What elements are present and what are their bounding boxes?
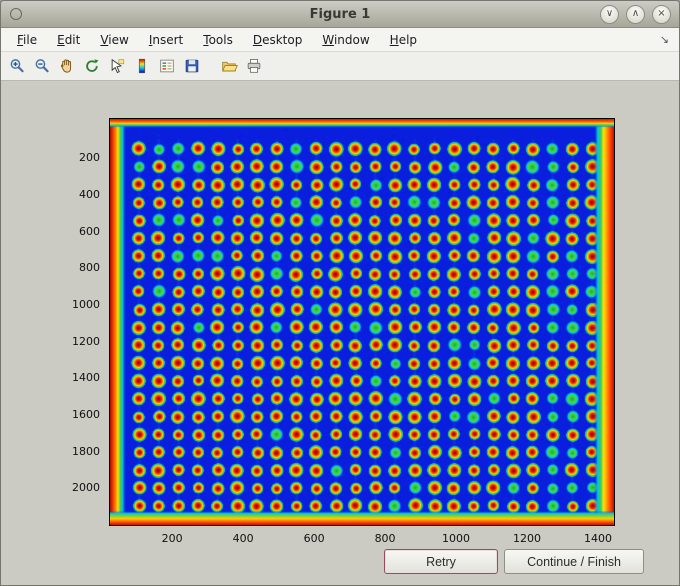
- save-figure-icon: [183, 57, 201, 75]
- y-tick-label: 200: [79, 151, 100, 165]
- menu-edit[interactable]: Edit: [47, 30, 90, 50]
- x-tick-label: 800: [374, 532, 396, 545]
- retry-button[interactable]: Retry: [384, 549, 498, 574]
- x-tick-label: 200: [161, 532, 183, 545]
- zoom-in-icon: [8, 57, 26, 75]
- menu-bar: File Edit View Insert Tools Desktop Window Help…: [1, 28, 679, 52]
- toolbar-separator: [206, 55, 215, 77]
- menu-window[interactable]: Window: [312, 30, 379, 50]
- insert-colorbar-icon: [133, 57, 151, 75]
- rotate-3d-icon: [83, 57, 101, 75]
- x-tick-label: 600: [303, 532, 325, 545]
- window-controls: ∨ ∧ ×: [600, 4, 671, 24]
- data-cursor-icon: [108, 57, 126, 75]
- close-button[interactable]: ×: [652, 4, 671, 24]
- rotate-3d-button[interactable]: [81, 55, 103, 77]
- x-tick-label: 1200: [513, 532, 542, 545]
- toolbar-buttons: [6, 55, 265, 77]
- zoom-out-button[interactable]: [31, 55, 53, 77]
- insert-colorbar-button[interactable]: [131, 55, 153, 77]
- pan-button[interactable]: [56, 55, 78, 77]
- y-tick-label: 1800: [72, 444, 100, 458]
- y-tick-label: 800: [79, 261, 100, 275]
- open-file-icon: [220, 57, 238, 75]
- insert-legend-icon: [158, 57, 176, 75]
- save-figure-button[interactable]: [181, 55, 203, 77]
- menu-items: File Edit View Insert Tools Desktop Window Help: [7, 30, 427, 50]
- pan-icon: [58, 57, 76, 75]
- figure-content: Retry Continue / Finish 200 400 600 800 1000…: [1, 81, 679, 585]
- title-bar[interactable]: Figure 1 ∨ ∧ ×: [1, 1, 679, 28]
- maximize-button[interactable]: ∧: [626, 4, 645, 24]
- print-figure-button[interactable]: [243, 55, 265, 77]
- x-tick-label: 1000: [442, 532, 471, 545]
- open-file-button[interactable]: [218, 55, 240, 77]
- microarray-image[interactable]: [110, 119, 614, 525]
- zoom-out-icon: [33, 57, 51, 75]
- y-tick-label: 1200: [72, 334, 100, 348]
- zoom-in-button[interactable]: [6, 55, 28, 77]
- y-tick-label: 400: [79, 188, 100, 202]
- x-tick-label: 400: [232, 532, 254, 545]
- figure-toolbar: [1, 52, 679, 81]
- insert-legend-button[interactable]: [156, 55, 178, 77]
- y-tick-label: 2000: [72, 481, 100, 495]
- minimize-button[interactable]: ∨: [600, 4, 619, 24]
- menu-desktop[interactable]: Desktop: [243, 30, 313, 50]
- figure-window: Figure 1 ∨ ∧ × File Edit View Insert Tools Desk…: [0, 0, 680, 586]
- menu-tools[interactable]: Tools: [193, 30, 243, 50]
- menu-insert[interactable]: Insert: [139, 30, 193, 50]
- print-figure-icon: [245, 57, 263, 75]
- menu-help[interactable]: Help: [380, 30, 427, 50]
- menu-file[interactable]: File: [7, 30, 47, 50]
- continue-finish-button[interactable]: Continue / Finish: [504, 549, 644, 574]
- x-tick-label: 1400: [584, 532, 613, 545]
- menu-view[interactable]: View: [90, 30, 138, 50]
- y-tick-label: 1400: [72, 371, 100, 385]
- window-title: Figure 1: [309, 6, 371, 22]
- dock-arrow-icon[interactable]: ↘: [660, 33, 673, 46]
- y-tick-label: 600: [79, 224, 100, 238]
- y-tick-label: 1600: [72, 408, 100, 422]
- window-menu-icon[interactable]: [10, 8, 22, 20]
- y-tick-label: 1000: [72, 298, 100, 312]
- axes-box: [109, 118, 615, 526]
- data-cursor-button[interactable]: [106, 55, 128, 77]
